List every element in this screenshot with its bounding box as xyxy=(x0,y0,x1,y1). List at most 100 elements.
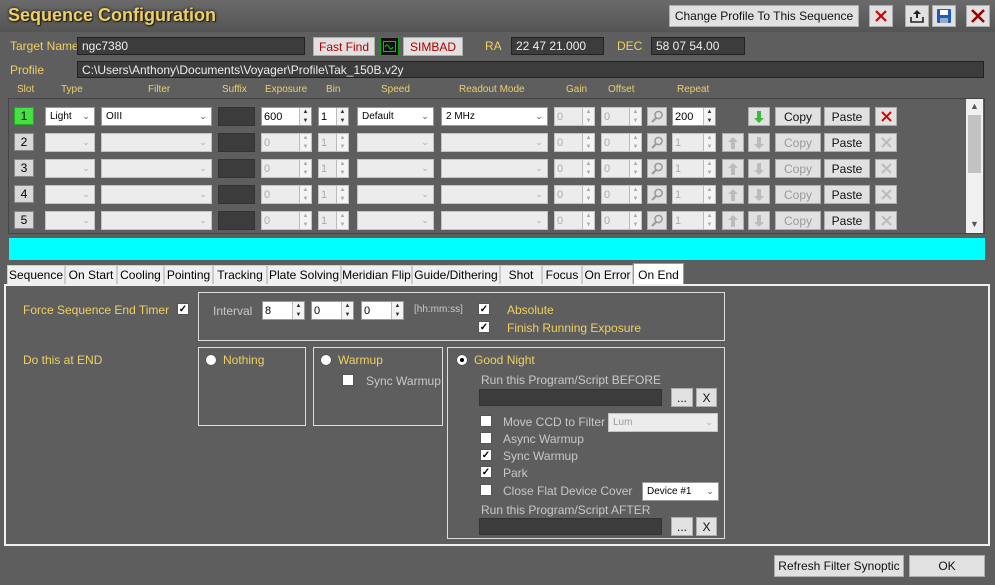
tab-tracking[interactable]: Tracking xyxy=(213,265,267,284)
clear-after-button[interactable]: X xyxy=(696,517,717,536)
copy-button[interactable]: Copy xyxy=(775,107,821,126)
gain-input[interactable]: 0 ▲ ▼ xyxy=(554,133,595,152)
spinner[interactable]: ▲ ▼ xyxy=(299,212,311,229)
paste-button[interactable]: Paste xyxy=(824,133,870,152)
move-up-button[interactable] xyxy=(722,159,744,178)
copy-button[interactable]: Copy xyxy=(775,159,821,178)
tab-on-end[interactable]: On End xyxy=(633,263,684,285)
close-flat-checkbox[interactable] xyxy=(480,484,492,496)
nothing-radio[interactable] xyxy=(205,354,217,366)
interval-seconds-input[interactable]: 0 ▲ ▼ xyxy=(361,301,404,320)
move-up-button[interactable] xyxy=(722,185,744,204)
exposure-input[interactable]: 600 ▲ ▼ xyxy=(261,107,312,126)
readout-mode-select[interactable]: ⌄ xyxy=(441,159,548,178)
tab-meridian-flip[interactable]: Meridian Flip xyxy=(341,265,412,284)
slot-button[interactable]: 5 xyxy=(14,211,34,229)
spinner[interactable]: ▲ ▼ xyxy=(299,186,311,203)
browse-before-button[interactable]: ... xyxy=(671,388,693,407)
move-down-button[interactable] xyxy=(748,133,770,152)
interval-minutes-input[interactable]: 0 ▲ ▼ xyxy=(311,301,354,320)
type-select[interactable]: ⌄ xyxy=(45,159,95,178)
offset-input[interactable]: 0 ▲ ▼ xyxy=(601,133,642,152)
speed-select[interactable]: ⌄ xyxy=(357,211,434,230)
dec-input[interactable]: 58 07 54.00 xyxy=(651,37,745,55)
spinner[interactable]: ▲ ▼ xyxy=(292,302,304,319)
type-select[interactable]: Light ⌄ xyxy=(45,107,95,126)
park-checkbox[interactable]: ✓ xyxy=(480,466,492,478)
bin-input[interactable]: 1 ▲ ▼ xyxy=(318,133,349,152)
readout-mode-select[interactable]: ⌄ xyxy=(441,185,548,204)
ra-input[interactable]: 22 47 21.000 xyxy=(511,37,604,55)
finish-running-checkbox[interactable]: ✓ xyxy=(478,321,490,333)
target-name-input[interactable]: ngc7380 xyxy=(77,37,305,55)
spinner[interactable]: ▲ ▼ xyxy=(336,186,348,203)
sync-warmup-end-checkbox[interactable]: ✓ xyxy=(480,449,492,461)
scrollbar-thumb[interactable] xyxy=(968,115,981,173)
exposure-input[interactable]: 0 ▲ ▼ xyxy=(261,211,312,230)
offset-input[interactable]: 0 ▲ ▼ xyxy=(601,107,642,126)
spinner[interactable]: ▲ ▼ xyxy=(629,108,641,125)
scroll-down-arrow-icon[interactable]: ▼ xyxy=(970,219,979,229)
save-button[interactable] xyxy=(932,5,956,27)
move-down-button[interactable] xyxy=(748,185,770,204)
export-button[interactable] xyxy=(905,5,929,27)
delete-row-button[interactable] xyxy=(875,107,897,126)
tab-focus[interactable]: Focus xyxy=(542,265,582,284)
sync-warmup-checkbox[interactable] xyxy=(342,374,354,386)
repeat-input[interactable]: 1 ▲ ▼ xyxy=(672,133,716,152)
offset-input[interactable]: 0 ▲ ▼ xyxy=(601,185,642,204)
spinner[interactable]: ▲ ▼ xyxy=(629,134,641,151)
bin-input[interactable]: 1 ▲ ▼ xyxy=(318,211,349,230)
delete-sequence-button[interactable] xyxy=(869,5,893,27)
paste-button[interactable]: Paste xyxy=(824,107,870,126)
copy-button[interactable]: Copy xyxy=(775,211,821,230)
browse-after-button[interactable]: ... xyxy=(671,517,693,536)
offset-input[interactable]: 0 ▲ ▼ xyxy=(601,159,642,178)
filter-select[interactable]: ⌄ xyxy=(101,159,212,178)
change-profile-button[interactable]: Change Profile To This Sequence xyxy=(669,5,859,27)
spinner[interactable]: ▲ ▼ xyxy=(299,108,311,125)
spinner[interactable]: ▲ ▼ xyxy=(299,134,311,151)
search-gain-button[interactable] xyxy=(647,107,667,126)
spinner[interactable]: ▲ ▼ xyxy=(341,302,353,319)
spinner[interactable]: ▲ ▼ xyxy=(582,186,594,203)
refresh-filter-synoptic-button[interactable]: Refresh Filter Synoptic xyxy=(774,555,904,577)
move-down-button[interactable] xyxy=(748,107,770,126)
spinner[interactable]: ▲ ▼ xyxy=(703,108,715,125)
spinner[interactable]: ▲ ▼ xyxy=(336,134,348,151)
ok-button[interactable]: OK xyxy=(909,555,985,577)
move-up-button[interactable] xyxy=(722,133,744,152)
move-down-button[interactable] xyxy=(748,159,770,178)
search-gain-button[interactable] xyxy=(647,211,667,230)
clear-before-button[interactable]: X xyxy=(696,388,717,407)
delete-row-button[interactable] xyxy=(875,133,897,152)
grid-scrollbar[interactable]: ▲ ▼ xyxy=(966,99,983,233)
filter-select[interactable]: ⌄ xyxy=(101,211,212,230)
gain-input[interactable]: 0 ▲ ▼ xyxy=(554,107,595,126)
tab-sequence[interactable]: Sequence xyxy=(7,265,65,284)
gain-input[interactable]: 0 ▲ ▼ xyxy=(554,159,595,178)
force-timer-checkbox[interactable]: ✓ xyxy=(177,303,189,315)
repeat-input[interactable]: 1 ▲ ▼ xyxy=(672,159,716,178)
speed-select[interactable]: ⌄ xyxy=(357,185,434,204)
repeat-input[interactable]: 1 ▲ ▼ xyxy=(672,211,716,230)
script-after-input[interactable] xyxy=(479,518,662,535)
spinner[interactable]: ▲ ▼ xyxy=(582,160,594,177)
bin-input[interactable]: 1 ▲ ▼ xyxy=(318,159,349,178)
search-gain-button[interactable] xyxy=(647,159,667,178)
spinner[interactable]: ▲ ▼ xyxy=(299,160,311,177)
search-gain-button[interactable] xyxy=(647,133,667,152)
exposure-input[interactable]: 0 ▲ ▼ xyxy=(261,159,312,178)
warmup-radio[interactable] xyxy=(320,354,332,366)
speed-select[interactable]: Default ⌄ xyxy=(357,107,434,126)
spinner[interactable]: ▲ ▼ xyxy=(336,212,348,229)
spinner[interactable]: ▲ ▼ xyxy=(629,160,641,177)
suffix-input[interactable] xyxy=(218,159,255,178)
readout-mode-select[interactable]: 2 MHz ⌄ xyxy=(441,107,548,126)
spinner[interactable]: ▲ ▼ xyxy=(703,160,715,177)
spinner[interactable]: ▲ ▼ xyxy=(703,212,715,229)
filter-select[interactable]: ⌄ xyxy=(101,185,212,204)
suffix-input[interactable] xyxy=(218,107,255,126)
scroll-up-arrow-icon[interactable]: ▲ xyxy=(970,101,979,111)
tab-guide-dithering[interactable]: Guide/Dithering xyxy=(412,265,500,284)
